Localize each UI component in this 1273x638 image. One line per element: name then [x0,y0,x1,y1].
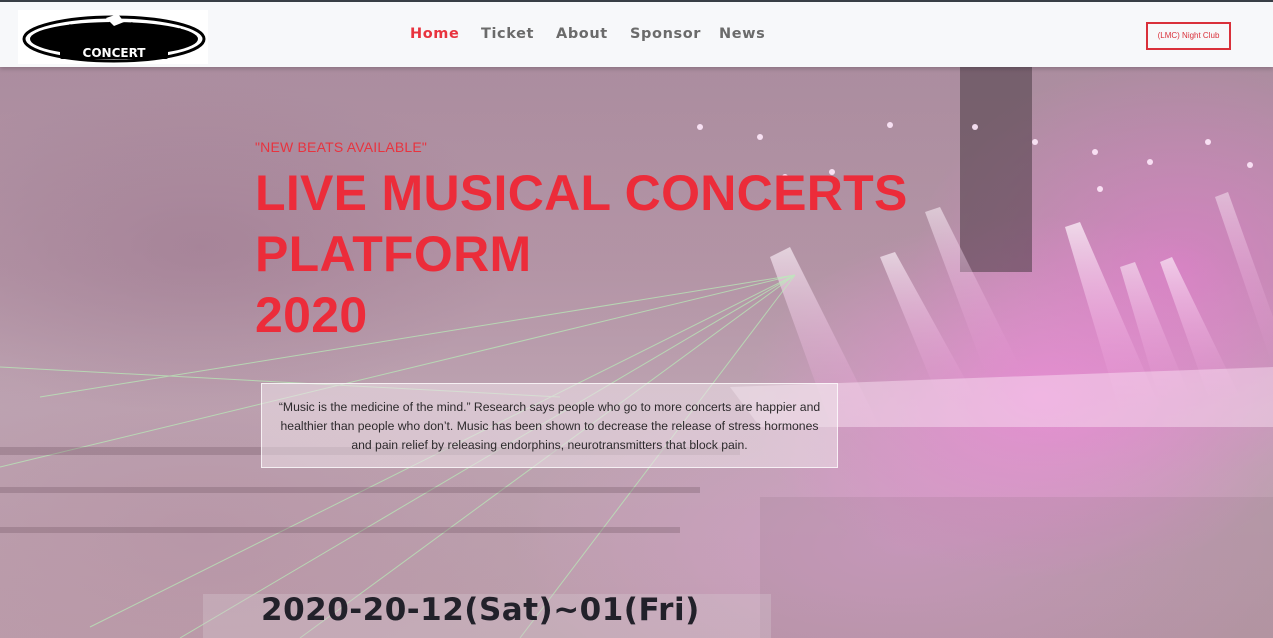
hero-headline: LIVE MUSICAL CONCERTS PLATFORM 2020 [255,163,1015,346]
hero-tagline: "NEW BEATS AVAILABLE" [255,139,428,155]
nav-link-about[interactable]: About [556,26,608,42]
site-logo[interactable]: CONCERT [18,10,208,64]
nav-link-home[interactable]: Home [410,26,459,42]
logo-wordmark: CONCERT [83,46,147,60]
nav-link-sponsor[interactable]: Sponsor [630,26,701,42]
nav-link-news[interactable]: News [719,26,765,42]
hero-quote: “Music is the medicine of the mind.” Res… [261,383,838,468]
hero-section: "NEW BEATS AVAILABLE" LIVE MUSICAL CONCE… [0,67,1273,638]
navbar: CONCERT Home Ticket About Sponsor News (… [0,2,1273,67]
hero-background-image [0,67,1273,638]
event-date-range: 2020-20-12(Sat)~01(Fri) [261,592,700,628]
hero-headline-line: LIVE MUSICAL CONCERTS [255,165,908,221]
hero-headline-line: PLATFORM [255,226,532,282]
night-club-button[interactable]: (LMC) Night Club [1146,22,1231,50]
concert-logo-icon: CONCERT [22,14,206,63]
hero-headline-line: 2020 [255,287,368,343]
nav-link-ticket[interactable]: Ticket [481,26,534,42]
